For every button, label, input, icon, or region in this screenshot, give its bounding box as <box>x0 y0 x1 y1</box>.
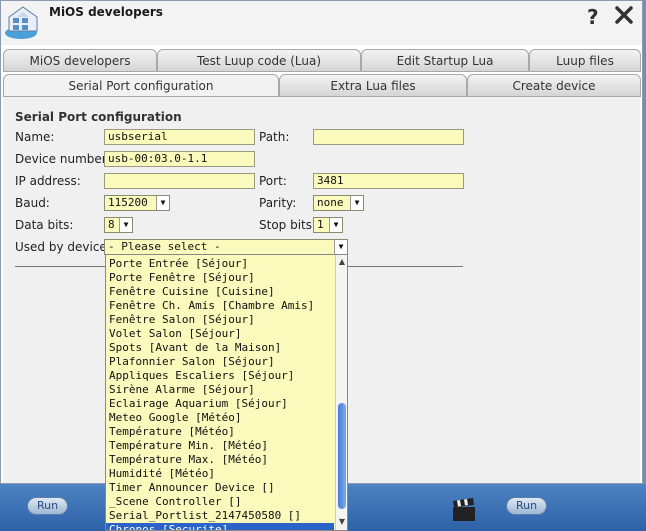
port-field[interactable]: 3481 <box>313 173 464 189</box>
port-label: Port: <box>259 174 287 188</box>
data-bits-value: 8 <box>108 218 115 231</box>
baud-label: Baud: <box>15 196 50 210</box>
dropdown-option[interactable]: Spots [Avant de la Maison] <box>106 341 334 355</box>
tab-luup-files[interactable]: Luup files <box>529 49 641 72</box>
data-bits-select[interactable]: 8 ▼ <box>104 217 133 233</box>
run-button-right[interactable]: Run <box>506 497 548 515</box>
data-bits-label: Data bits: <box>15 218 74 232</box>
used-by-device-select[interactable]: - Please select - ▼ <box>104 239 348 255</box>
chevron-down-icon[interactable]: ▼ <box>119 218 132 232</box>
device-dropdown-list[interactable]: Porte Entrée [Séjour] Porte Fenêtre [Séjo… <box>105 254 348 531</box>
dropdown-options: Porte Entrée [Séjour] Porte Fenêtre [Séjo… <box>106 257 334 530</box>
chevron-down-icon[interactable]: ▼ <box>334 240 347 254</box>
dropdown-option[interactable]: Température Min. [Météo] <box>106 439 334 453</box>
dropdown-option[interactable]: Meteo Google [Météo] <box>106 411 334 425</box>
chevron-down-icon[interactable]: ▼ <box>329 218 342 232</box>
dropdown-option[interactable]: Timer Announcer Device [] <box>106 481 334 495</box>
chevron-down-icon[interactable]: ▼ <box>350 196 363 210</box>
name-field[interactable]: usbserial <box>104 129 255 145</box>
close-icon[interactable] <box>614 5 634 25</box>
scroll-down-icon[interactable]: ▼ <box>336 517 347 526</box>
parity-label: Parity: <box>259 196 297 210</box>
ip-address-label: IP address: <box>15 174 81 188</box>
tab-serial-port-configuration[interactable]: Serial Port configuration <box>3 74 279 97</box>
stop-bits-value: 1 <box>317 218 324 231</box>
tab-mios-developers[interactable]: MiOS developers <box>3 49 157 72</box>
tab-extra-lua-files[interactable]: Extra Lua files <box>279 74 467 97</box>
tab-edit-startup-lua[interactable]: Edit Startup Lua <box>361 49 529 72</box>
dropdown-option[interactable]: Volet Salon [Séjour] <box>106 327 334 341</box>
dropdown-option[interactable]: Fenêtre Salon [Séjour] <box>106 313 334 327</box>
name-label: Name: <box>15 130 55 144</box>
dropdown-scrollbar[interactable]: ▲ ▼ <box>335 255 347 530</box>
mios-logo-icon <box>3 3 43 41</box>
dropdown-option[interactable]: Porte Fenêtre [Séjour] <box>106 271 334 285</box>
dropdown-option[interactable]: Sirène Alarme [Séjour] <box>106 383 334 397</box>
run-button-left[interactable]: Run <box>27 497 69 515</box>
dropdown-option[interactable]: Température Max. [Météo] <box>106 453 334 467</box>
stop-bits-label: Stop bits: <box>259 218 317 232</box>
title-bar: MiOS developers ? <box>1 1 642 45</box>
device-number-label: Device number: <box>15 152 111 166</box>
dropdown-option[interactable]: Chronos [Securite] <box>106 523 334 530</box>
dropdown-option[interactable]: Porte Entrée [Séjour] <box>106 257 334 271</box>
stop-bits-select[interactable]: 1 ▼ <box>313 217 343 233</box>
baud-select[interactable]: 115200 ▼ <box>104 195 170 211</box>
dropdown-option[interactable]: Plafonnier Salon [Séjour] <box>106 355 334 369</box>
used-by-device-label: Used by device: <box>15 240 111 254</box>
parity-value: none <box>317 196 344 209</box>
path-label: Path: <box>259 130 290 144</box>
dropdown-option[interactable]: Eclairage Aquarium [Séjour] <box>106 397 334 411</box>
dropdown-option[interactable]: Température [Météo] <box>106 425 334 439</box>
section-title: Serial Port configuration <box>15 110 182 124</box>
clapperboard-icon[interactable] <box>451 497 477 523</box>
help-icon[interactable]: ? <box>587 5 599 29</box>
dropdown-option[interactable]: Fenêtre Ch. Amis [Chambre Amis] <box>106 299 334 313</box>
device-number-field[interactable]: usb-00:03.0-1.1 <box>104 151 255 167</box>
used-by-device-value: - Please select - <box>108 240 221 253</box>
chevron-down-icon[interactable]: ▼ <box>156 196 169 210</box>
dropdown-option[interactable]: Appliques Escaliers [Séjour] <box>106 369 334 383</box>
ip-address-field[interactable] <box>104 173 255 189</box>
scroll-up-icon[interactable]: ▲ <box>336 257 347 266</box>
dropdown-option[interactable]: _Scene Controller [] <box>106 495 334 509</box>
tab-create-device[interactable]: Create device <box>467 74 641 97</box>
dropdown-option[interactable]: Humidité [Météo] <box>106 467 334 481</box>
window-title: MiOS developers <box>49 5 163 19</box>
dropdown-option[interactable]: Fenêtre Cuisine [Cuisine] <box>106 285 334 299</box>
baud-value: 115200 <box>108 196 148 209</box>
tab-test-luup-code[interactable]: Test Luup code (Lua) <box>157 49 361 72</box>
dropdown-option[interactable]: Serial_Portlist_2147450580 [] <box>106 509 334 523</box>
scroll-thumb[interactable] <box>338 403 346 509</box>
parity-select[interactable]: none ▼ <box>313 195 364 211</box>
path-field[interactable] <box>313 129 464 145</box>
